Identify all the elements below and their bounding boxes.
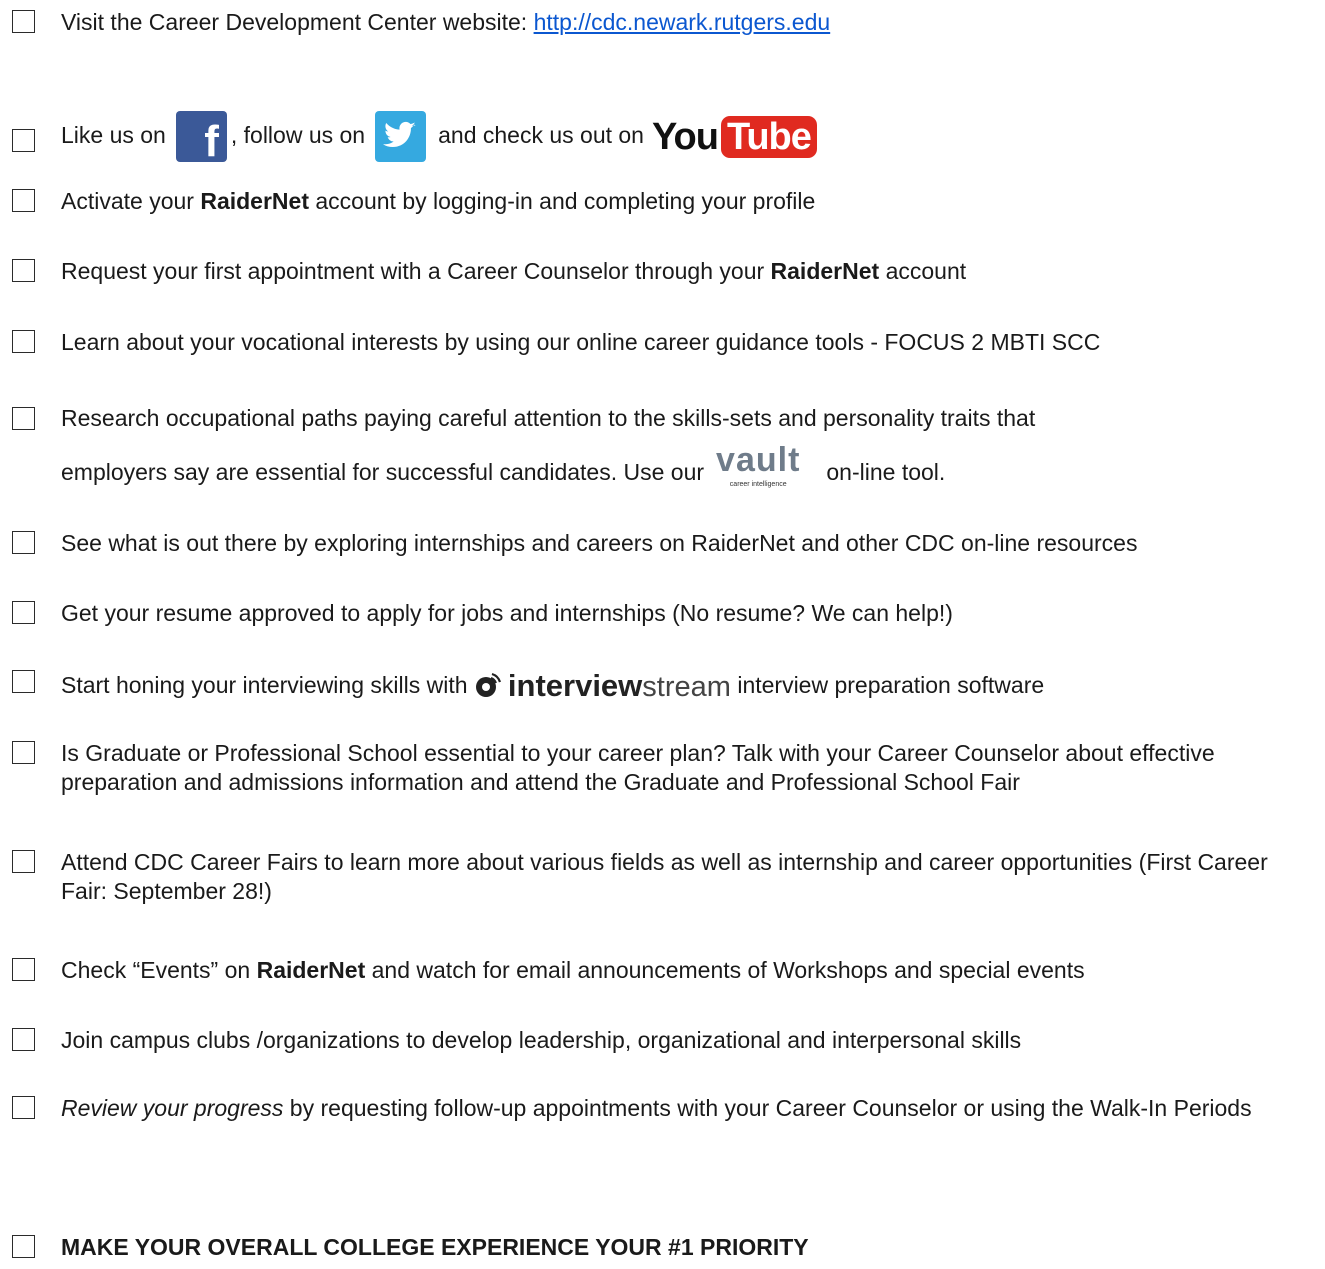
check-text: and check us out on bbox=[438, 122, 644, 148]
item-text: Visit the Career Development Center webs… bbox=[61, 8, 1315, 36]
item-text-pre: Check “Events” on bbox=[61, 957, 257, 983]
checkbox[interactable] bbox=[12, 129, 35, 152]
item-text: Request your first appointment with a Ca… bbox=[61, 257, 1315, 285]
checkbox[interactable] bbox=[12, 330, 35, 353]
checkbox[interactable] bbox=[12, 1096, 35, 1119]
checkbox[interactable] bbox=[12, 1028, 35, 1051]
youtube-you: You bbox=[651, 115, 719, 158]
checkbox[interactable] bbox=[12, 601, 35, 624]
twitter-icon[interactable] bbox=[375, 111, 427, 163]
youtube-tube: Tube bbox=[720, 115, 817, 158]
item-text: Review your progress by requesting follo… bbox=[61, 1094, 1315, 1123]
checkbox[interactable] bbox=[12, 958, 35, 981]
item-text-post: account bbox=[879, 258, 967, 284]
item-text-pre: Request your first appointment with a Ca… bbox=[61, 258, 771, 284]
item-text-post: by requesting follow-up appointments wit… bbox=[283, 1095, 1252, 1121]
item-text: Check “Events” on RaiderNet and watch fo… bbox=[61, 956, 1315, 984]
item-text-pre: Start honing your interviewing skills wi… bbox=[61, 672, 468, 698]
item-text: Is Graduate or Professional School essen… bbox=[61, 740, 1215, 795]
item-text: MAKE YOUR OVERALL COLLEGE EXPERIENCE YOU… bbox=[61, 1233, 1315, 1261]
follow-text: , follow us on bbox=[230, 122, 366, 148]
youtube-logo[interactable]: You Tube bbox=[652, 108, 817, 166]
item-text-line2-post: on-line tool. bbox=[826, 459, 946, 485]
checkbox[interactable] bbox=[12, 1235, 35, 1258]
item-text: Learn about your vocational interests by… bbox=[61, 329, 1101, 355]
item-text-italic: Review your progress bbox=[61, 1095, 284, 1121]
item-text: Start honing your interviewing skills wi… bbox=[61, 668, 1315, 706]
item-text: Get your resume approved to apply for jo… bbox=[61, 600, 953, 626]
facebook-icon[interactable]: f bbox=[175, 111, 227, 164]
checkbox[interactable] bbox=[12, 531, 35, 554]
checkbox[interactable] bbox=[12, 741, 35, 764]
interviewstream-logo[interactable]: interviewstream bbox=[474, 668, 731, 706]
priority-text: MAKE YOUR OVERALL COLLEGE EXPERIENCE YOU… bbox=[61, 1234, 809, 1260]
like-text: Like us on bbox=[61, 122, 166, 148]
item-text: Attend CDC Career Fairs to learn more ab… bbox=[61, 849, 1268, 904]
item-text-post: account by logging-in and completing you… bbox=[309, 188, 816, 214]
vault-logo[interactable]: vault career intelligence bbox=[716, 441, 800, 488]
raidernet-label: RaiderNet bbox=[256, 957, 366, 983]
item-text: See what is out there by exploring inter… bbox=[61, 530, 1138, 556]
vault-subtitle: career intelligence bbox=[729, 481, 787, 488]
item-text: Join campus clubs /organizations to deve… bbox=[61, 1027, 1022, 1053]
item-text: Like us on f, follow us on and check us ou… bbox=[61, 106, 1315, 166]
item-text: Activate your RaiderNet account by loggi… bbox=[61, 187, 1315, 215]
stream-wordmark: stream bbox=[642, 671, 731, 703]
cdc-website-link[interactable]: http://cdc.newark.rutgers.edu bbox=[534, 9, 831, 35]
checkbox[interactable] bbox=[12, 189, 35, 212]
checkbox[interactable] bbox=[12, 407, 35, 430]
item-text-pre: Activate your bbox=[61, 188, 201, 214]
raidernet-label: RaiderNet bbox=[770, 258, 880, 284]
item-text-post: interview preparation software bbox=[737, 672, 1045, 698]
checkbox[interactable] bbox=[12, 10, 35, 33]
item-text-line2: employers say are essential for successf… bbox=[61, 459, 705, 485]
interviewstream-icon bbox=[474, 670, 504, 706]
raidernet-label: RaiderNet bbox=[200, 188, 309, 214]
item-text: Research occupational paths paying caref… bbox=[61, 395, 1315, 495]
interview-wordmark: interview bbox=[507, 668, 643, 703]
vault-wordmark: vault bbox=[716, 441, 801, 479]
item-text-post: and watch for email announcements of Wor… bbox=[365, 957, 1085, 983]
item-text-pre: Visit the Career Development Center webs… bbox=[61, 9, 534, 35]
checkbox[interactable] bbox=[12, 850, 35, 873]
checkbox[interactable] bbox=[12, 259, 35, 282]
item-text-line1: Research occupational paths paying caref… bbox=[61, 405, 1036, 431]
checkbox[interactable] bbox=[12, 670, 35, 693]
